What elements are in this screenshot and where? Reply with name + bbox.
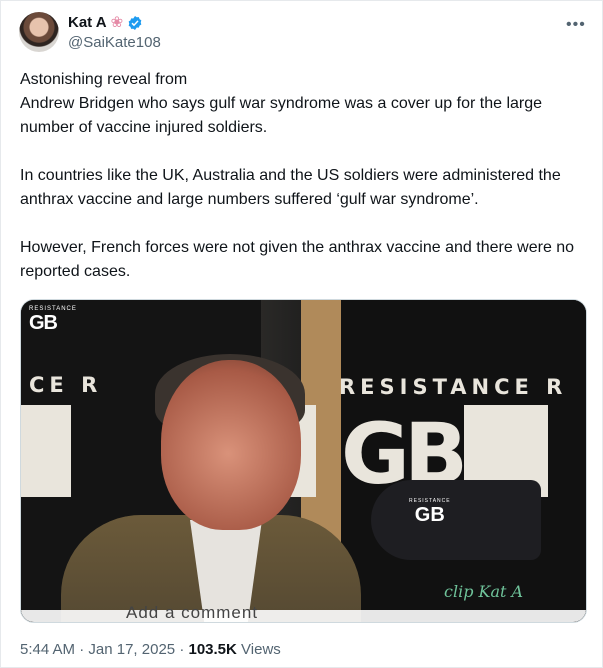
more-options-button[interactable]: ••• [566,16,586,34]
meta-separator: · [179,641,185,658]
tweet-meta: 5:44 AM · Jan 17, 2025 · 103.5K Views [20,641,281,658]
flower-emoji-icon: ❀ [110,14,124,31]
author-display-name[interactable]: Kat A [68,14,107,31]
tweet-paragraph: However, French forces were not given th… [20,239,575,280]
tweet-date[interactable]: Jan 17, 2025 [88,641,175,658]
tweet-text: Astonishing reveal from Andrew Bridgen w… [20,68,592,284]
avatar[interactable] [19,12,59,52]
tweet-time[interactable]: 5:44 AM [20,641,75,658]
video-media[interactable]: CE R CE RESISTANCE R GB RESISTANCE GB RE… [20,299,587,623]
author-name-row: Kat A ❀ [68,14,143,31]
video-caption: Add a comment [126,603,259,622]
channel-logo-main: GB [29,312,58,334]
speaker [61,330,361,622]
meta-separator: · [79,641,85,658]
video-watermark: clip Kat A [444,582,524,601]
views-label: Views [241,641,281,658]
caption-overlay [21,610,586,622]
verified-badge-icon [128,15,142,30]
mic-logo-main: GB [414,504,445,526]
speaker-head [161,360,301,530]
views-count: 103.5K [188,641,237,658]
wall-lettering: RESISTANCE R [339,375,568,399]
microphone: RESISTANCE GB [371,480,541,560]
tweet-paragraph: Astonishing reveal from Andrew Bridgen w… [20,71,543,136]
author-handle[interactable]: @SaiKate108 [68,34,161,51]
tweet-card: Kat A ❀ @SaiKate108 ••• Astonishing reve… [0,0,603,668]
mic-logo: RESISTANCE GB [409,498,451,527]
tweet-paragraph: In countries like the UK, Australia and … [20,167,561,208]
